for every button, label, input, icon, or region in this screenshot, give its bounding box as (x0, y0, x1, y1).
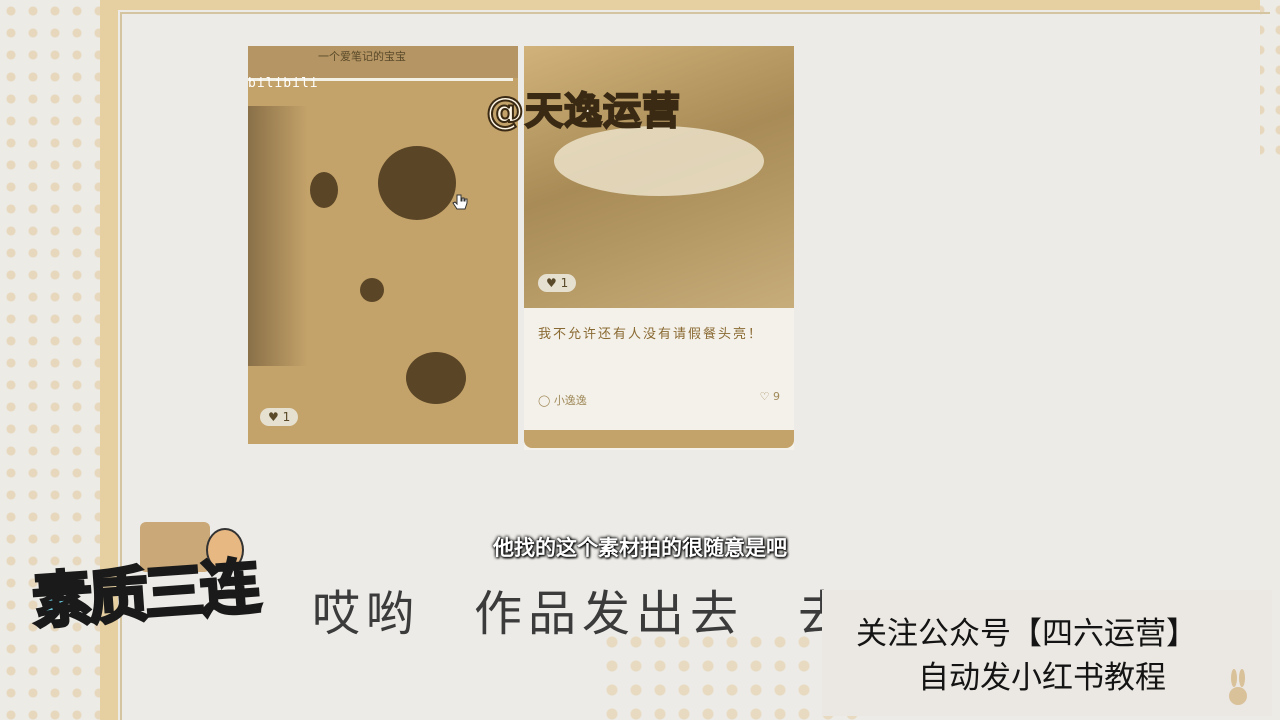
image-shade (248, 106, 308, 366)
card-topbar-text: 一个爱笔记的宝宝 (318, 50, 406, 63)
follow-notice: 关注公众号【四六运营】 自动发小红书教程 (822, 590, 1272, 716)
notice-line-1: 关注公众号【四六运营】 (856, 616, 1197, 652)
notice-line-2: 自动发小红书教程 (918, 660, 1166, 696)
spot-2 (310, 172, 338, 208)
watermark-text: @天逸运营 (485, 88, 682, 134)
image-highlight (554, 126, 764, 196)
spot-4 (406, 352, 466, 404)
like-count: ♥ 1 (260, 408, 299, 426)
like-count-value: 1 (282, 410, 291, 424)
note-title: 我不允许还有人没有请假餐头亮！ (538, 327, 764, 342)
note-likes: ♡ 9 (759, 390, 780, 403)
bunny-icon (1229, 669, 1247, 705)
spot-3 (360, 278, 384, 302)
card-topbar: 一个爱笔记的宝宝 (248, 46, 518, 78)
note-likes-value: 9 (773, 390, 780, 403)
note-card-left[interactable]: 一个爱笔记的宝宝 bilibili ♥ 1 (248, 46, 518, 444)
spot-1 (378, 146, 456, 220)
image-like-count: ♥ 1 (538, 274, 577, 292)
note-author-name: 小逸逸 (553, 394, 587, 407)
sanlian-logo: 素质三连 (29, 551, 260, 639)
hand-cursor-icon (452, 194, 468, 210)
bilibili-logo: bilibili (248, 76, 319, 91)
note-author: ◯ 小逸逸 (538, 394, 587, 407)
background-caption: 哎哟 作品发出去 去了 (312, 586, 832, 642)
card-bottombar (524, 430, 794, 448)
image-like-count-value: 1 (560, 276, 569, 290)
